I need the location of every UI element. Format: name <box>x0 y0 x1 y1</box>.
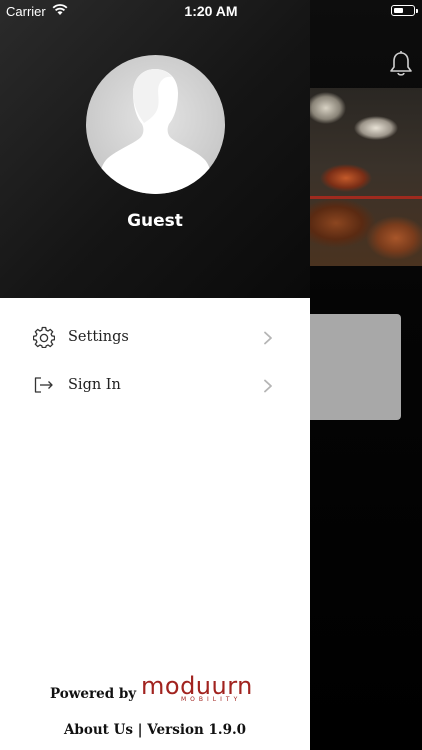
bell-icon[interactable] <box>388 50 414 78</box>
avatar-placeholder-icon[interactable] <box>86 55 225 194</box>
chevron-right-icon <box>264 379 272 393</box>
menu-item-settings[interactable]: Settings <box>0 314 310 362</box>
drawer-header: Guest <box>0 0 310 298</box>
sign-in-icon <box>34 377 53 393</box>
brand-subtitle: MOBILITY <box>181 696 242 703</box>
drawer-menu: Settings Sign In <box>0 314 310 410</box>
food-photo-accent <box>306 196 422 199</box>
chevron-right-icon <box>264 331 272 345</box>
status-time: 1:20 AM <box>184 3 238 19</box>
battery-icon <box>391 5 418 16</box>
menu-item-sign-in[interactable]: Sign In <box>0 362 310 410</box>
brand-logo[interactable]: moduurn MOBILITY <box>141 672 263 706</box>
about-version-link[interactable]: About Us | Version 1.9.0 <box>0 722 310 738</box>
background-card <box>300 314 401 420</box>
food-photo <box>306 88 422 266</box>
person-silhouette-icon <box>98 69 213 194</box>
menu-item-label: Settings <box>68 329 129 345</box>
gear-icon <box>33 326 55 348</box>
menu-item-label: Sign In <box>68 377 121 393</box>
powered-by-label: Powered by <box>50 686 137 702</box>
navigation-drawer: Guest Settings Sign In Powered by moduur… <box>0 0 310 750</box>
user-name: Guest <box>127 211 183 231</box>
status-bar: Carrier 1:20 AM <box>0 0 422 22</box>
